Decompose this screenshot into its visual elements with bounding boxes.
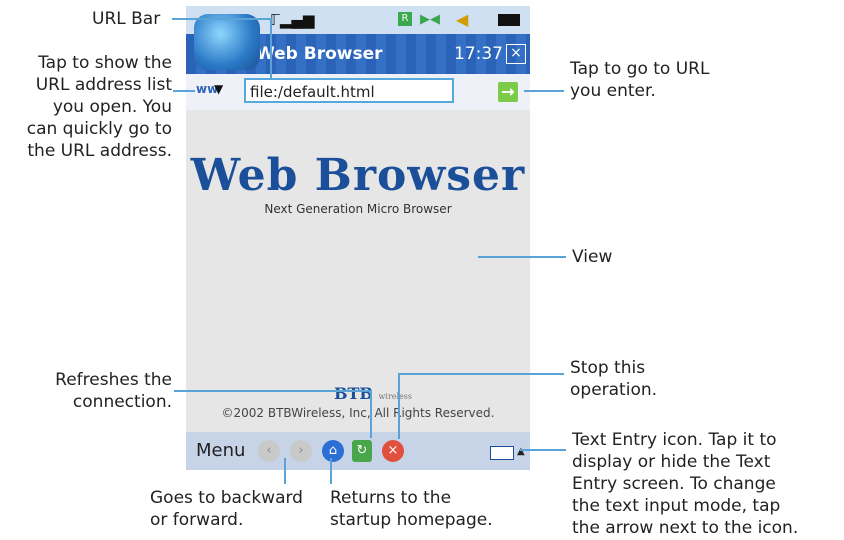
callout-line: operation. [570,380,658,400]
callout-line: you open. You [52,97,172,117]
callout-line: can quickly go to [26,119,172,139]
app-logo [194,14,260,70]
btb-logo: BTB wireless [334,384,412,403]
copyright-text: ©2002 BTBWireless, Inc, All Rights Reser… [221,406,495,420]
callout-line: Tap to show the [38,53,172,73]
message-icon: R [398,12,412,26]
app-title: Web Browser [256,44,383,64]
callout-stop: Stop this operation. [570,357,657,401]
back-forward-line [284,458,286,484]
btb-logo-text: BTB [334,384,373,403]
web-view[interactable]: Web Browser Next Generation Micro Browse… [186,110,530,432]
callout-line: Refreshes the [55,370,172,390]
callout-line: URL address list [35,75,172,95]
callout-line: or forward. [150,510,244,530]
callout-line: Returns to the [330,488,452,508]
url-row: ww ▼ file:/default.html → [186,74,530,110]
go-icon[interactable]: → [498,82,518,102]
stop-icon[interactable]: × [382,440,404,462]
view-line [478,256,566,258]
callout-line: Entry screen. To change [572,474,776,494]
callout-line: Stop this [570,358,646,378]
callout-url-bar: URL Bar [92,9,161,29]
signal-activity-icon: ▶◀ [420,12,440,27]
go-url-line [524,90,564,92]
callout-refresh: Refreshes the connection. [0,369,172,413]
history-dropdown[interactable]: ww ▼ [196,82,224,102]
callout-line: the URL address. [27,141,172,161]
url-input[interactable]: file:/default.html [244,78,454,103]
callout-line: startup homepage. [330,510,493,530]
refresh-icon[interactable]: ↻ [352,440,372,462]
refresh-line [174,390,370,392]
history-list-icon: ww [196,82,219,96]
home-line [330,458,332,484]
stop-line [398,373,564,375]
callout-text-entry: Text Entry icon. Tap it to display or hi… [572,429,798,539]
url-bar-line [172,18,270,20]
dropdown-arrow-icon: ▼ [214,82,224,96]
forward-icon[interactable]: › [290,440,312,462]
btb-logo-small-text: wireless [378,392,412,401]
callout-line: display or hide the Text [572,452,771,472]
stop-line-vertical [398,373,400,439]
url-bar-line-vertical [270,18,272,78]
callout-go-url: Tap to go to URL you enter. [570,58,709,102]
callout-address-list: Tap to show the URL address list you ope… [0,52,172,162]
keyboard-icon[interactable] [490,446,514,460]
callout-line: connection. [72,392,172,412]
banner-title: Web Browser [190,150,526,201]
signal-icon: ℾ▂▄▆ [270,11,315,29]
clock: 17:37 [454,44,503,64]
close-icon[interactable]: × [506,44,526,64]
phone-screen: ℾ▂▄▆ R ▶◀ ◀ Web Browser 17:37 × ww ▼ fil… [186,6,530,470]
input-mode-arrow-icon[interactable]: ▲ [517,446,525,457]
text-entry-line [520,449,566,451]
refresh-line-vertical [370,390,372,438]
address-list-line [173,90,195,92]
callout-home: Returns to the startup homepage. [330,487,493,531]
menu-button[interactable]: Menu [196,440,245,461]
callout-line: Goes to backward [150,488,303,508]
speaker-icon: ◀ [456,10,469,29]
battery-icon [498,14,520,26]
banner-subtitle: Next Generation Micro Browser [264,202,452,216]
callout-view: View [572,247,613,267]
callout-line: Tap to go to URL [570,59,710,79]
callout-line: you enter. [570,81,656,101]
bottom-toolbar: Menu ‹ › ⌂ ↻ × ▲ [186,432,530,470]
callout-line: the text input mode, tap [572,496,781,516]
callout-back-forward: Goes to backward or forward. [150,487,303,531]
callout-line: the arrow next to the icon. [572,518,799,538]
back-icon[interactable]: ‹ [258,440,280,462]
callout-line: Text Entry icon. Tap it to [572,430,777,450]
home-icon[interactable]: ⌂ [322,440,344,462]
